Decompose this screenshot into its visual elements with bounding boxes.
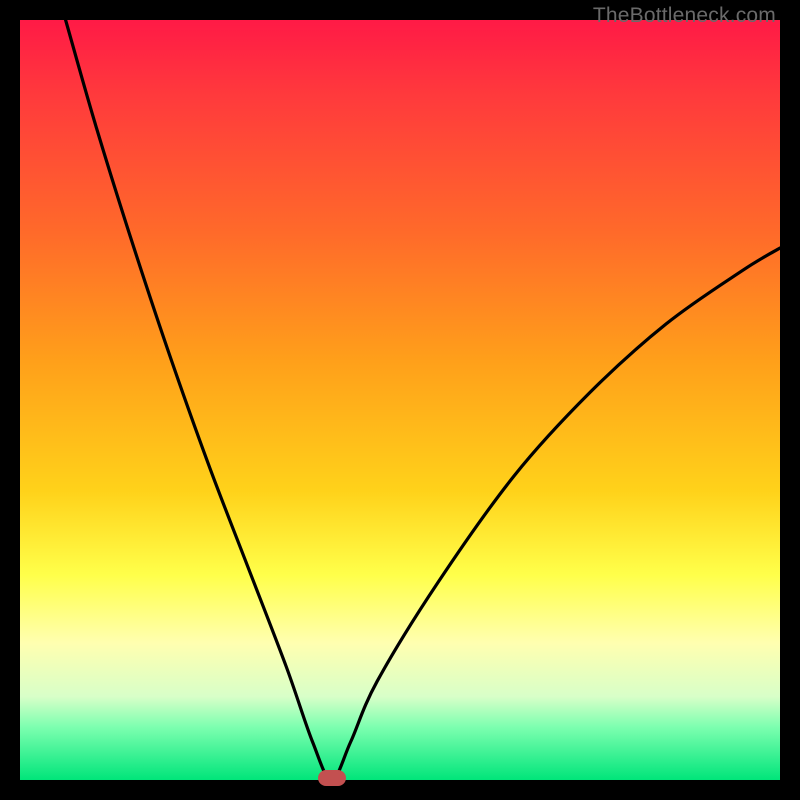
chart-plot-area — [20, 20, 780, 780]
watermark-text: TheBottleneck.com — [593, 4, 776, 28]
curve-svg — [20, 20, 780, 780]
optimum-marker — [318, 770, 346, 786]
bottleneck-curve — [66, 20, 780, 780]
